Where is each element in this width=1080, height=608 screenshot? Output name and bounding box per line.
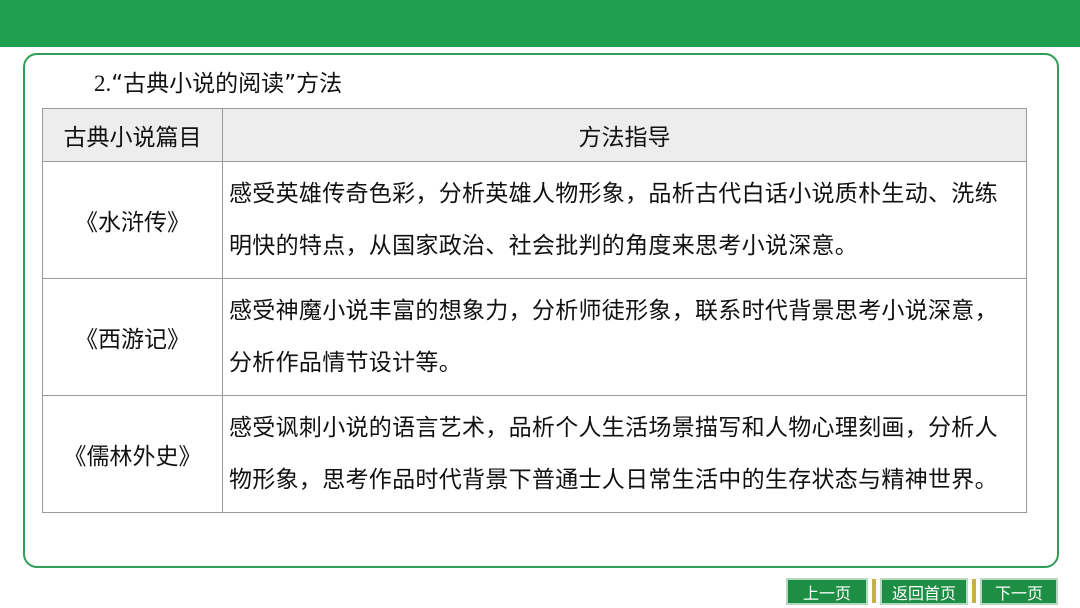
nav-separator xyxy=(872,579,876,603)
next-page-button[interactable]: 下一页 xyxy=(980,577,1058,605)
section-title: “古典小说的阅读”方法 xyxy=(111,71,343,97)
prev-page-button[interactable]: 上一页 xyxy=(786,577,868,605)
home-button[interactable]: 返回首页 xyxy=(880,577,968,605)
column-header-method: 方法指导 xyxy=(222,108,1027,162)
method-guidance: 感受英雄传奇色彩，分析英雄人物形象，品析古代白话小说质朴生动、洗练明快的特点，从… xyxy=(222,161,1027,279)
table-row: 《儒林外史》 感受讽刺小说的语言艺术，品析个人生活场景描写和人物心理刻画，分析人… xyxy=(42,395,1027,513)
page-navigation: 上一页 返回首页 下一页 xyxy=(786,576,1058,606)
novel-title: 《西游记》 xyxy=(42,278,223,396)
method-guidance: 感受神魔小说丰富的想象力，分析师徒形象，联系时代背景思考小说深意，分析作品情节设… xyxy=(222,278,1027,396)
novel-title: 《儒林外史》 xyxy=(42,395,223,513)
section-number: 2. xyxy=(94,71,112,96)
column-header-title: 古典小说篇目 xyxy=(42,108,223,162)
reading-methods-table: 古典小说篇目 方法指导 《水浒传》 感受英雄传奇色彩，分析英雄人物形象，品析古代… xyxy=(42,108,1027,513)
nav-separator xyxy=(972,579,976,603)
table-row: 《水浒传》 感受英雄传奇色彩，分析英雄人物形象，品析古代白话小说质朴生动、洗练明… xyxy=(42,161,1027,279)
table-row: 《西游记》 感受神魔小说丰富的想象力，分析师徒形象，联系时代背景思考小说深意，分… xyxy=(42,278,1027,396)
method-guidance: 感受讽刺小说的语言艺术，品析个人生活场景描写和人物心理刻画，分析人物形象，思考作… xyxy=(222,395,1027,513)
novel-title: 《水浒传》 xyxy=(42,161,223,279)
table-header-row: 古典小说篇目 方法指导 xyxy=(42,108,1027,162)
top-banner xyxy=(0,0,1080,47)
section-heading: 2.“古典小说的阅读”方法 xyxy=(94,66,342,102)
